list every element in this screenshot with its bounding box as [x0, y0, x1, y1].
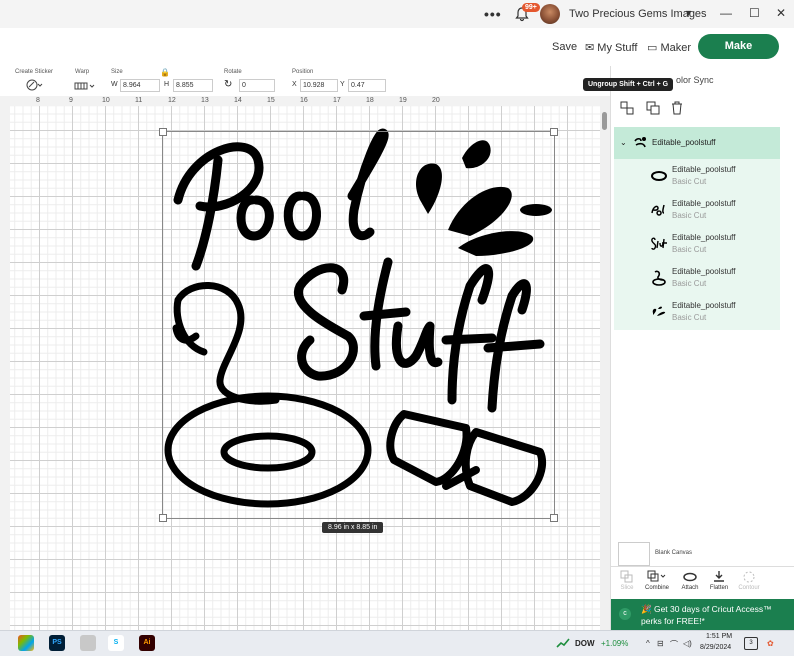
- network-icon[interactable]: ⊟: [657, 639, 664, 648]
- taskbar: PS S Ai DOW +1.09% ^ ⊟ ⌒ ◁) 1:51 PM 8/29…: [0, 630, 794, 656]
- blank-canvas-swatch[interactable]: [618, 542, 650, 566]
- wifi-icon[interactable]: ⌒: [670, 639, 678, 650]
- stock-change: +1.09%: [601, 639, 629, 648]
- slice-icon: [620, 570, 633, 583]
- pool-text-icon: [651, 204, 665, 216]
- party-icon: 🎉: [641, 604, 654, 614]
- panel-actions: [612, 98, 794, 122]
- combine-label: Combine: [644, 585, 669, 591]
- layer-item[interactable]: Editable_poolstuff Basic Cut: [614, 159, 780, 193]
- float-ring-icon: [651, 171, 667, 181]
- promo-line1: 🎉 Get 30 days of Cricut Access™: [641, 604, 772, 615]
- slice-button[interactable]: Slice: [611, 570, 643, 591]
- group-thumbnail-icon: [634, 137, 646, 148]
- layer-item[interactable]: Editable_poolstuff Basic Cut: [614, 193, 780, 227]
- layer-type: Basic Cut: [672, 177, 707, 186]
- layer-name: Editable_poolstuff: [672, 233, 736, 242]
- ungroup-icon[interactable]: [620, 101, 634, 115]
- cricut-logo-icon: c: [619, 608, 631, 620]
- cricut-app-icon[interactable]: [80, 635, 96, 651]
- clock-date[interactable]: 8/29/2024: [700, 644, 731, 651]
- layer-item[interactable]: Editable_poolstuff Basic Cut: [614, 295, 780, 329]
- skype-icon[interactable]: S: [108, 635, 124, 651]
- stock-chart-icon: [556, 638, 570, 648]
- layer-name: Editable_poolstuff: [672, 301, 736, 310]
- resize-handle-bottom-right[interactable]: [550, 514, 558, 522]
- promo-line2: perks for FREE!*: [641, 616, 705, 626]
- splash-icon: [652, 306, 666, 316]
- slice-label: Slice: [620, 585, 634, 591]
- illustrator-icon[interactable]: Ai: [139, 635, 155, 651]
- flamingo-icon: [652, 270, 666, 286]
- combine-icon: [647, 570, 666, 582]
- flatten-label: Flatten: [709, 585, 729, 591]
- layer-item[interactable]: Editable_poolstuff Basic Cut: [614, 261, 780, 295]
- stuff-text-icon: [651, 237, 667, 250]
- promo-line1-text: Get 30 days of Cricut Access™: [653, 604, 772, 614]
- layers-list: ⌄ Editable_poolstuff Editable_poolstuff …: [614, 127, 780, 330]
- layer-item[interactable]: Editable_poolstuff Basic Cut: [614, 227, 780, 261]
- delete-icon[interactable]: [670, 101, 684, 115]
- attach-icon: [683, 572, 697, 582]
- ungroup-tooltip: Ungroup Shift + Ctrl + G: [583, 78, 674, 91]
- attach-label: Attach: [681, 585, 699, 591]
- resize-handle-top-right[interactable]: [550, 128, 558, 136]
- resize-handle-bottom-left[interactable]: [159, 514, 167, 522]
- group-name: Editable_poolstuff: [652, 138, 716, 147]
- contour-label: Contour: [738, 585, 760, 591]
- color-sync-tab[interactable]: olor Sync: [676, 75, 714, 85]
- layer-group-row[interactable]: ⌄ Editable_poolstuff: [614, 127, 780, 159]
- blank-canvas-label: Blank Canvas: [655, 550, 693, 556]
- app-tray-icon[interactable]: ✿: [767, 639, 774, 648]
- notification-center-icon[interactable]: 3: [744, 637, 758, 650]
- layer-name: Editable_poolstuff: [672, 267, 736, 276]
- duplicate-icon[interactable]: [646, 101, 660, 115]
- flatten-button[interactable]: Flatten: [703, 570, 735, 591]
- size-readout: 8.96 in x 8.85 in: [322, 522, 384, 533]
- layer-name: Editable_poolstuff: [672, 165, 736, 174]
- chevron-up-icon[interactable]: ^: [646, 639, 650, 648]
- layer-type: Basic Cut: [672, 313, 707, 322]
- clock-time[interactable]: 1:51 PM: [706, 633, 732, 640]
- photoshop-icon[interactable]: PS: [49, 635, 65, 651]
- contour-icon: [743, 571, 755, 583]
- volume-icon[interactable]: ◁): [683, 639, 692, 648]
- attach-button[interactable]: Attach: [674, 570, 706, 591]
- stock-name: DOW: [575, 639, 595, 648]
- layer-type: Basic Cut: [672, 211, 707, 220]
- selection-box[interactable]: [162, 131, 555, 519]
- layer-type: Basic Cut: [672, 245, 707, 254]
- chevron-down-icon[interactable]: ⌄: [620, 138, 627, 147]
- combine-button[interactable]: Combine: [641, 570, 673, 591]
- panel-tools: Slice Combine Attach Flatten Contour: [611, 566, 794, 599]
- layer-type: Basic Cut: [672, 279, 707, 288]
- contour-button[interactable]: Contour: [733, 570, 765, 591]
- promo-banner[interactable]: c 🎉 Get 30 days of Cricut Access™ perks …: [611, 599, 794, 631]
- layer-name: Editable_poolstuff: [672, 199, 736, 208]
- resize-handle-top-left[interactable]: [159, 128, 167, 136]
- store-icon[interactable]: [18, 635, 34, 651]
- flatten-icon: [714, 571, 724, 582]
